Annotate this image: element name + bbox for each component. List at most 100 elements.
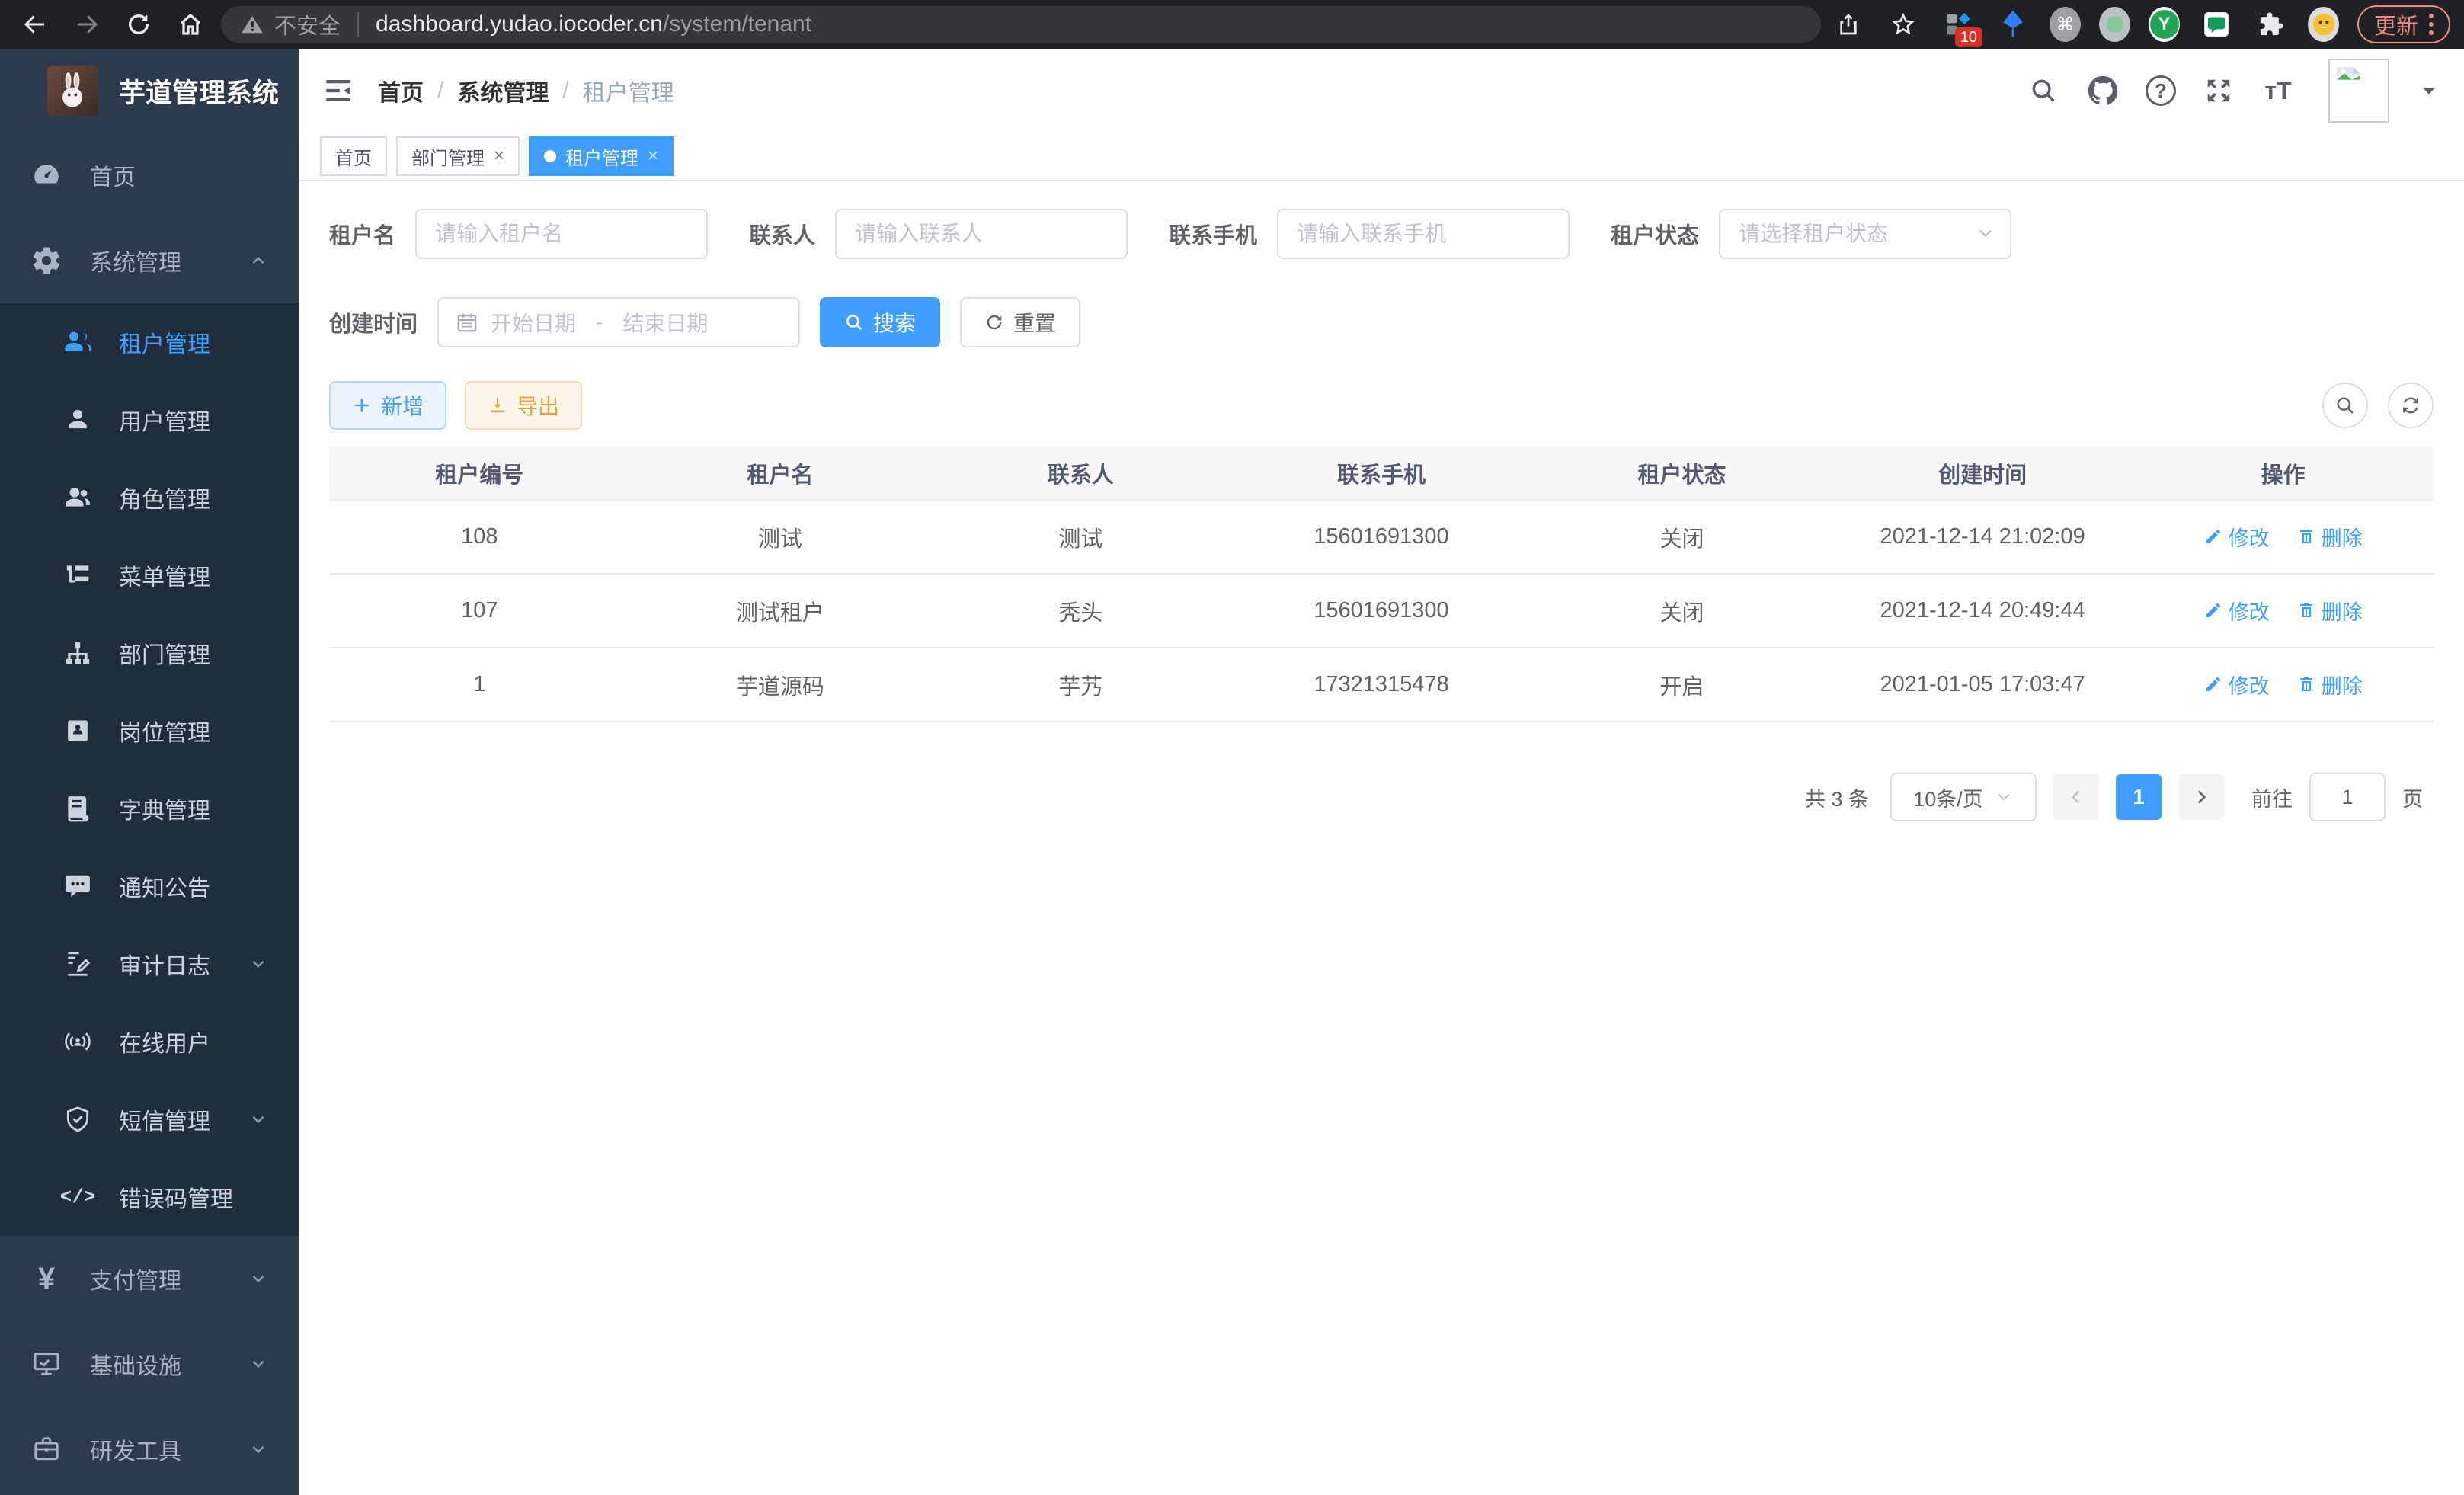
edit-link[interactable]: 修改	[2204, 522, 2270, 552]
online-broadcast-icon	[61, 1025, 94, 1058]
sidebar-item-dev-tools[interactable]: 研发工具	[0, 1407, 299, 1492]
extension-command-icon[interactable]: ⌘	[2050, 7, 2081, 42]
sidebar-item-label: 在线用户	[119, 1025, 210, 1058]
fullscreen-icon[interactable]	[2202, 74, 2235, 107]
contact-input[interactable]	[835, 209, 1128, 259]
sidebar-item-home[interactable]: 首页	[0, 133, 299, 218]
page-number-1[interactable]: 1	[2116, 774, 2162, 820]
sidebar-item-online-users[interactable]: 在线用户	[0, 1003, 299, 1080]
delete-link[interactable]: 删除	[2297, 670, 2363, 699]
edit-link[interactable]: 修改	[2204, 596, 2270, 626]
sidebar-item-error-code[interactable]: </> 错误码管理	[0, 1158, 299, 1236]
cell-tenant-name: 测试	[630, 500, 931, 574]
not-secure-warning-icon[interactable]	[241, 13, 264, 36]
next-page-button[interactable]	[2178, 774, 2224, 820]
sidebar-logo[interactable]: 芋道管理系统	[0, 49, 299, 133]
refresh-table-button[interactable]	[2388, 383, 2434, 428]
extension-kite-icon[interactable]	[1995, 6, 2031, 43]
browser-home-button[interactable]	[169, 3, 212, 46]
org-tree-icon	[61, 636, 94, 670]
page-jump-input[interactable]	[2309, 773, 2386, 821]
start-date-placeholder[interactable]: 开始日期	[491, 307, 576, 338]
main-panel: 首页 / 系统管理 / 租户管理 ? тT	[299, 49, 2464, 1495]
sidebar-item-label: 岗位管理	[119, 714, 210, 748]
sidebar-item-dept[interactable]: 部门管理	[0, 614, 299, 692]
font-size-icon[interactable]: тT	[2261, 74, 2295, 107]
sidebar-item-label: 部门管理	[119, 636, 210, 670]
sidebar-item-label: 短信管理	[119, 1103, 210, 1136]
header-search-icon[interactable]	[2027, 74, 2060, 107]
sidebar-item-role[interactable]: 角色管理	[0, 459, 299, 536]
page-size-select[interactable]: 10条/页	[1890, 773, 2037, 821]
tab-close-icon[interactable]: ×	[648, 147, 658, 165]
sidebar-item-menu[interactable]: 菜单管理	[0, 536, 299, 614]
sidebar-item-pay[interactable]: ¥ 支付管理	[0, 1236, 299, 1321]
tab-dept[interactable]: 部门管理 ×	[396, 136, 520, 176]
sidebar-item-post[interactable]: 岗位管理	[0, 692, 299, 770]
sidebar-collapse-icon[interactable]	[299, 49, 378, 133]
export-button[interactable]: 导出	[465, 381, 582, 430]
prev-page-button[interactable]	[2053, 774, 2099, 820]
cell-contact: 秃头	[930, 574, 1231, 648]
browser-back-button[interactable]	[14, 3, 56, 46]
address-bar[interactable]: 不安全 dashboard.yudao.iocoder.cn/system/te…	[221, 6, 1821, 43]
extension-emoji-icon[interactable]	[2308, 7, 2339, 42]
page-url[interactable]: dashboard.yudao.iocoder.cn/system/tenant	[376, 11, 811, 37]
sidebar-item-notice[interactable]: 通知公告	[0, 847, 299, 925]
extension-chat-icon[interactable]	[2198, 6, 2235, 43]
avatar-broken-image[interactable]	[2328, 59, 2389, 123]
avatar-caret-down-icon[interactable]	[2420, 82, 2438, 100]
share-icon[interactable]	[1830, 6, 1867, 43]
sidebar-item-audit-log[interactable]: 审计日志	[0, 925, 299, 1003]
edit-link-label: 修改	[2229, 522, 2270, 552]
export-button-label: 导出	[517, 390, 559, 421]
extensions-puzzle-icon[interactable]	[2253, 6, 2290, 43]
breadcrumb-home[interactable]: 首页	[378, 74, 424, 107]
table-row: 1 芋道源码 芋艿 17321315478 开启 2021-01-05 17:0…	[329, 648, 2434, 722]
col-status: 租户状态	[1531, 447, 1832, 500]
tab-close-icon[interactable]: ×	[494, 147, 504, 165]
date-range-picker[interactable]: 开始日期 - 结束日期	[437, 297, 800, 347]
status-select-input[interactable]	[1719, 209, 2011, 259]
delete-link[interactable]: 删除	[2297, 522, 2363, 552]
sidebar-item-dict[interactable]: 字典管理	[0, 770, 299, 847]
end-date-placeholder[interactable]: 结束日期	[622, 307, 708, 338]
tab-label: 租户管理	[565, 143, 638, 170]
app-title: 芋道管理系统	[119, 72, 279, 110]
tab-tenant[interactable]: 租户管理 ×	[529, 136, 674, 176]
help-question-icon[interactable]: ?	[2146, 75, 2176, 106]
github-icon[interactable]	[2086, 74, 2120, 107]
chrome-update-button[interactable]: 更新	[2357, 5, 2450, 43]
browser-forward-button[interactable]	[66, 3, 108, 46]
chrome-menu-icon[interactable]	[2429, 14, 2434, 35]
reset-button[interactable]: 重置	[960, 297, 1080, 347]
status-select[interactable]	[1719, 209, 2011, 259]
not-secure-label[interactable]: 不安全	[274, 8, 341, 40]
tenant-name-input[interactable]	[415, 209, 708, 259]
yen-icon: ¥	[29, 1261, 64, 1296]
col-created: 创建时间	[1832, 447, 2133, 500]
sidebar-item-sms[interactable]: 短信管理	[0, 1080, 299, 1158]
sidebar-item-system[interactable]: 系统管理	[0, 218, 299, 303]
mobile-label: 联系手机	[1169, 218, 1257, 250]
browser-reload-button[interactable]	[117, 3, 160, 46]
delete-link[interactable]: 删除	[2297, 596, 2363, 626]
mobile-input[interactable]	[1277, 209, 1570, 259]
reset-button-label: 重置	[1013, 307, 1056, 338]
table-header-row: 租户编号 租户名 联系人 联系手机 租户状态 创建时间 操作	[329, 447, 2434, 500]
sidebar-item-user[interactable]: 用户管理	[0, 381, 299, 459]
add-button[interactable]: 新增	[329, 381, 446, 430]
sidebar-item-tenant[interactable]: 租户管理	[0, 303, 299, 381]
show-search-toggle-button[interactable]	[2322, 383, 2368, 428]
bookmark-star-icon[interactable]	[1885, 6, 1922, 43]
extension-y-icon[interactable]: Y	[2149, 7, 2180, 42]
tab-home[interactable]: 首页	[320, 136, 387, 176]
extension-tiles-icon[interactable]: 10	[1940, 6, 1976, 43]
chevron-down-icon	[248, 1439, 268, 1459]
edit-link[interactable]: 修改	[2204, 670, 2270, 699]
search-button[interactable]: 搜索	[820, 297, 940, 347]
breadcrumb: 首页 / 系统管理 / 租户管理	[378, 74, 674, 107]
extension-green-dot-icon[interactable]	[2099, 7, 2130, 42]
cell-actions: 修改 删除	[2133, 500, 2434, 574]
sidebar-item-infra[interactable]: 基础设施	[0, 1321, 299, 1407]
